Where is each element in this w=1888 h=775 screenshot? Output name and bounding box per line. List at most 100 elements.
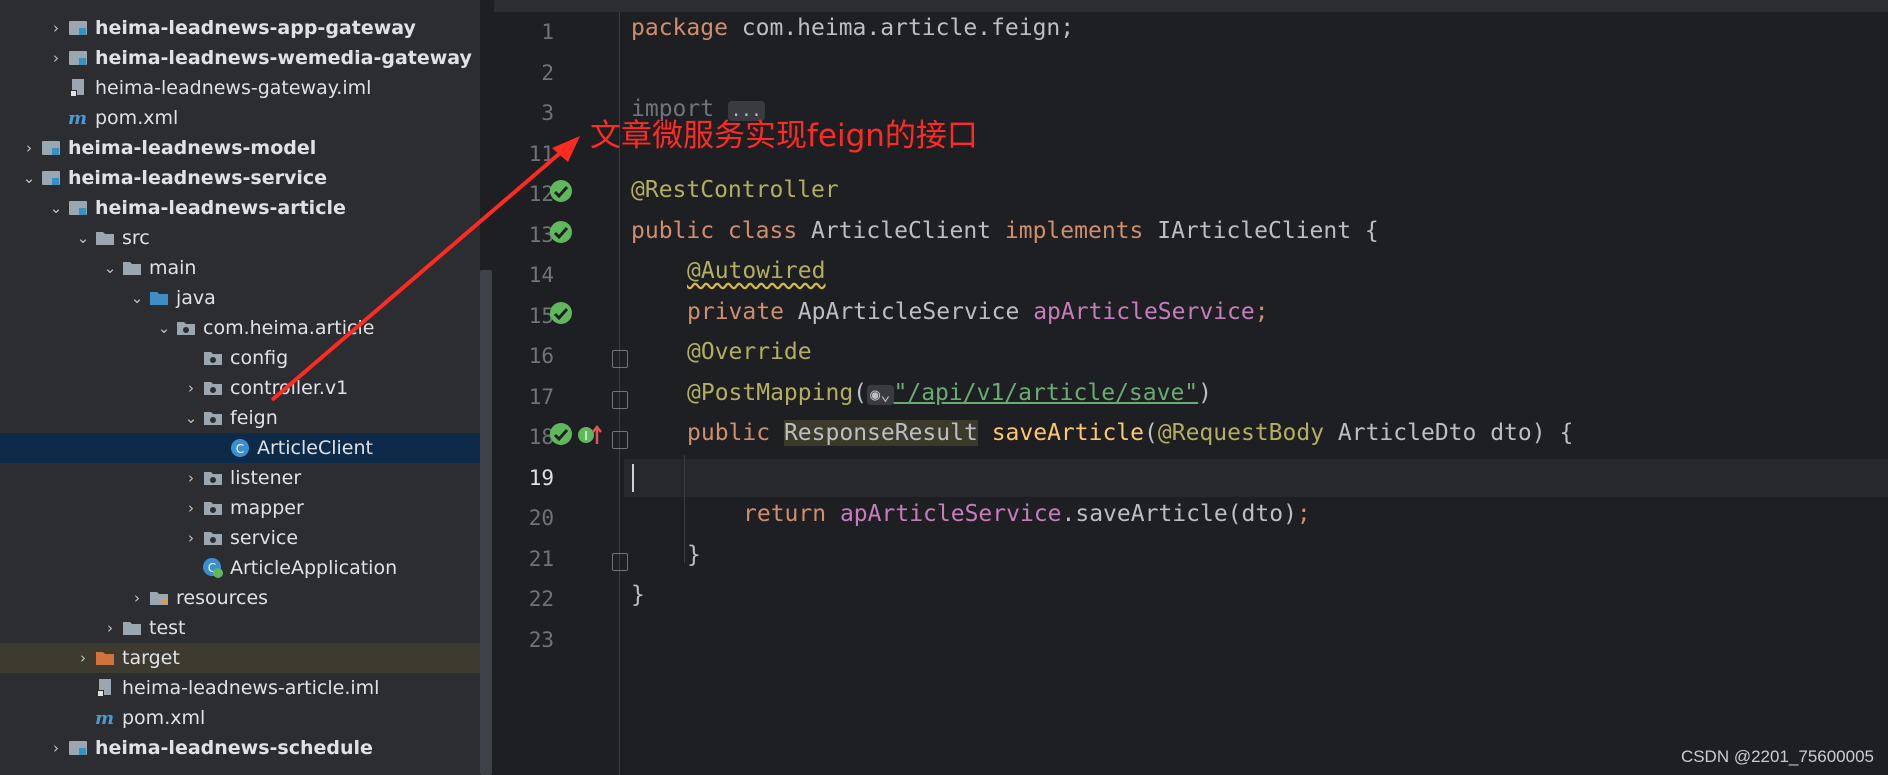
tree-item[interactable]: ⌄ com.heima.article: [0, 313, 480, 343]
tree-item[interactable]: › heima-leadnews-wemedia-gateway: [0, 43, 480, 73]
chevron-right-icon[interactable]: ›: [180, 467, 202, 489]
watermark: CSDN @2201_75600005: [1680, 747, 1874, 766]
iml-file-icon: [94, 677, 116, 699]
code-line[interactable]: public class ArticleClient implements IA…: [631, 218, 1379, 244]
code-line[interactable]: @RestController: [631, 177, 839, 203]
tree-item[interactable]: › service: [0, 523, 480, 553]
chevron-down-icon[interactable]: ⌄: [18, 167, 40, 189]
tree-item[interactable]: ⌄ main: [0, 253, 480, 283]
chevron-right-icon[interactable]: ›: [180, 527, 202, 549]
tree-item-label: heima-leadnews-article.iml: [122, 677, 380, 699]
resources-folder-icon: [148, 587, 170, 609]
folder-icon: [121, 257, 143, 279]
line-number: 15: [528, 303, 554, 328]
chevron-down-icon[interactable]: ⌄: [45, 197, 67, 219]
fold-marker-icon[interactable]: [612, 552, 628, 571]
spring-bean-icon[interactable]: [549, 179, 575, 205]
tree-item[interactable]: ⌄ java: [0, 283, 480, 313]
chevron-right-icon[interactable]: ›: [45, 17, 67, 39]
tree-item[interactable]: ⌄ src: [0, 223, 480, 253]
tree-item[interactable]: › listener: [0, 463, 480, 493]
tree-item[interactable]: m pom.xml: [0, 703, 480, 733]
autowired-navigate-icon[interactable]: [549, 301, 575, 327]
tree-item-label: heima-leadnews-service: [68, 167, 328, 189]
chevron-right-icon[interactable]: ›: [180, 377, 202, 399]
tree-item[interactable]: heima-leadnews-article.iml: [0, 673, 480, 703]
tree-item[interactable]: m pom.xml: [0, 103, 480, 133]
folder-icon: [94, 227, 116, 249]
fold-marker-icon[interactable]: [612, 350, 628, 368]
module-icon: [67, 47, 89, 69]
line-number: 18: [528, 425, 554, 449]
tree-item-label: pom.xml: [95, 107, 179, 129]
code-line[interactable]: package com.heima.article.feign;: [631, 15, 1074, 41]
code-line[interactable]: public ResponseResult saveArticle(@Reque…: [687, 420, 1573, 446]
line-number: 12: [528, 182, 554, 206]
tree-item[interactable]: › target: [0, 643, 480, 673]
chevron-down-icon[interactable]: ⌄: [72, 227, 94, 249]
folder-icon: [121, 617, 143, 639]
code-line[interactable]: private ApArticleService apArticleServic…: [687, 299, 1269, 325]
fold-marker-icon[interactable]: [612, 431, 628, 449]
code-line[interactable]: @Autowired: [687, 258, 825, 284]
fold-marker-icon[interactable]: [612, 390, 628, 409]
svg-text:m: m: [95, 708, 114, 728]
chevron-right-icon[interactable]: ›: [126, 587, 148, 609]
line-number: 13: [528, 222, 554, 247]
tree-item-label: heima-leadnews-model: [68, 137, 317, 159]
chevron-down-icon[interactable]: ⌄: [153, 317, 175, 339]
tree-item[interactable]: config: [0, 343, 480, 373]
web-endpoint-icon[interactable]: [549, 422, 575, 448]
tree-item[interactable]: ⌄ feign: [0, 403, 480, 433]
tree-scrollbar[interactable]: [480, 270, 492, 775]
chevron-right-icon[interactable]: ›: [180, 497, 202, 519]
java-class-icon: C: [229, 437, 251, 459]
code-line[interactable]: }: [631, 582, 645, 608]
maven-icon: m: [94, 707, 116, 729]
tree-item-label: feign: [230, 407, 278, 429]
tree-item[interactable]: › test: [0, 613, 480, 643]
tree-item[interactable]: › heima-leadnews-schedule: [0, 733, 480, 763]
code-line[interactable]: return apArticleService.saveArticle(dto)…: [743, 501, 1311, 527]
chevron-right-icon[interactable]: ›: [72, 647, 94, 669]
chevron-right-icon[interactable]: ›: [45, 737, 67, 759]
tree-item[interactable]: › heima-leadnews-app-gateway: [0, 13, 480, 43]
chevron-right-icon[interactable]: ›: [18, 137, 40, 159]
chevron-down-icon[interactable]: ⌄: [126, 287, 148, 309]
tree-item[interactable]: › controller.v1: [0, 373, 480, 403]
line-number: 2: [541, 60, 554, 85]
line-number: 3: [541, 101, 554, 125]
code-line[interactable]: }: [687, 542, 701, 568]
tree-item[interactable]: › heima-leadnews-model: [0, 133, 480, 163]
code-line[interactable]: @Override: [687, 339, 812, 365]
chevron-down-icon[interactable]: ⌄: [180, 407, 202, 429]
code-line[interactable]: @PostMapping(◉⌄ "/api/v1/article/save"): [687, 380, 1212, 406]
override-method-icon[interactable]: I: [577, 422, 603, 448]
annotation-callout: 文章微服务实现feign的接口: [590, 118, 978, 154]
source-folder-icon: [148, 287, 170, 309]
svg-text:m: m: [68, 108, 87, 128]
tree-item-label: resources: [176, 587, 269, 609]
chevron-right-icon[interactable]: ›: [45, 47, 67, 69]
package-icon: [175, 317, 197, 339]
tree-item[interactable]: C ArticleApplication: [0, 553, 480, 583]
tree-item-label: service: [230, 527, 299, 549]
tree-item[interactable]: heima-leadnews-gateway.iml: [0, 73, 480, 103]
iml-file-icon: [67, 77, 89, 99]
tree-item[interactable]: › mapper: [0, 493, 480, 523]
tree-item[interactable]: ⌄ heima-leadnews-article: [0, 193, 480, 223]
implement-gutter-icon[interactable]: [549, 220, 575, 246]
tree-item[interactable]: › resources: [0, 583, 480, 613]
chevron-down-icon[interactable]: ⌄: [99, 257, 121, 279]
tree-item-label: config: [230, 347, 289, 369]
chevron-right-icon[interactable]: ›: [99, 617, 121, 639]
tree-item-label: java: [176, 287, 216, 309]
tree-item[interactable]: ⌄ heima-leadnews-service: [0, 163, 480, 193]
tree-item[interactable]: C ArticleClient: [0, 433, 480, 463]
tree-item-label: heima-leadnews-app-gateway: [95, 17, 416, 39]
